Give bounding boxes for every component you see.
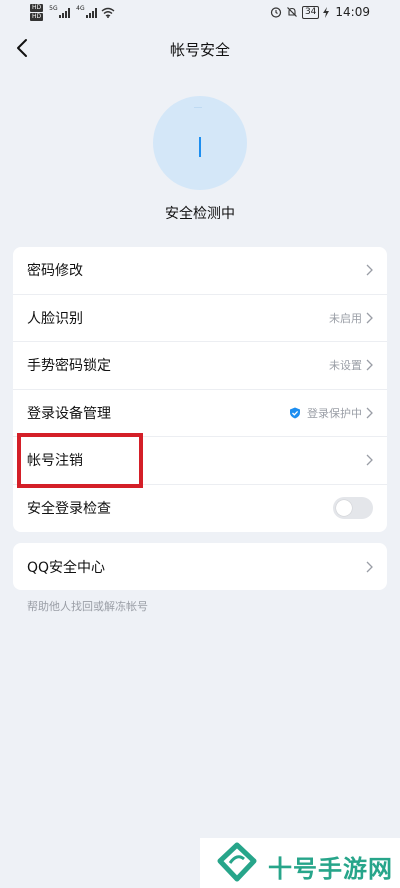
chevron-right-icon (366, 561, 373, 572)
menu-item-secure-login-check: 安全登录检查 (13, 485, 387, 533)
hd-badge-2: HD (30, 13, 44, 21)
hd-indicators: HD HD (30, 4, 44, 21)
menu-item-right (365, 264, 373, 276)
chevron-right-icon (366, 407, 373, 419)
scan-status-text: 安全检测中 (165, 206, 235, 222)
menu-item-status: 未启用 (329, 311, 362, 325)
status-left: HD HD 5G 4G (30, 4, 115, 21)
toggle-knob (336, 500, 352, 517)
status-right: 34 14:09 (270, 5, 370, 19)
charging-icon (323, 6, 330, 18)
menu-item-right: 未启用 (329, 310, 373, 326)
menu-item-device-management[interactable]: 登录设备管理 登录保护中 (13, 390, 387, 437)
clock: 14:09 (335, 5, 370, 19)
menu-item-label: 人脸识别 (27, 310, 83, 327)
menu-item-label: 密码修改 (27, 263, 83, 280)
menu-item-right (333, 497, 373, 520)
qq-security-help-text: 帮助他人找回或解冻帐号 (27, 600, 148, 613)
net-label-1: 5G (49, 4, 58, 12)
menu-item-status: 未设置 (329, 359, 362, 373)
page-title: 帐号安全 (169, 41, 230, 59)
security-settings-card: 密码修改 人脸识别 未启用 手势密码锁定 未设置 登录设备管理 登录保护中 帐号… (13, 247, 387, 532)
menu-item-right (365, 454, 373, 466)
menu-item-qq-security-center[interactable]: QQ安全中心 (13, 543, 387, 590)
security-scan-indicator (153, 96, 247, 190)
nav-bar: 帐号安全 (0, 28, 400, 68)
menu-item-change-password[interactable]: 密码修改 (13, 247, 387, 295)
signal-4g-icon: 4G (76, 5, 98, 18)
net-label-2: 4G (76, 4, 85, 12)
shield-check-icon (290, 407, 300, 419)
menu-item-label: QQ安全中心 (27, 559, 106, 576)
menu-item-gesture-lock[interactable]: 手势密码锁定 未设置 (13, 342, 387, 390)
mute-bell-icon (287, 7, 297, 17)
menu-item-label: 安全登录检查 (27, 501, 111, 518)
watermark-text: 十号手游网 (268, 855, 393, 883)
battery-level: 34 (301, 5, 320, 19)
highlight-box (17, 433, 143, 488)
wifi-icon (101, 7, 115, 18)
hd-badge-1: HD (30, 4, 44, 12)
qq-security-center-card: QQ安全中心 (13, 543, 387, 590)
chevron-right-icon (366, 454, 373, 466)
status-bar: HD HD 5G 4G 34 14:09 (0, 0, 400, 28)
scan-progress-mark (199, 137, 201, 157)
menu-item-label: 手势密码锁定 (27, 358, 111, 375)
scan-mark (194, 107, 202, 108)
watermark-logo-icon (217, 842, 257, 882)
menu-item-face-recognition[interactable]: 人脸识别 未启用 (13, 295, 387, 342)
menu-item-right: 登录保护中 (289, 405, 373, 421)
chevron-right-icon (366, 264, 373, 276)
signal-5g-icon: 5G (49, 5, 71, 18)
alarm-icon (270, 7, 282, 18)
menu-item-label: 登录设备管理 (27, 405, 111, 422)
chevron-right-icon (366, 312, 373, 324)
menu-item-right: 未设置 (329, 357, 373, 373)
secure-login-toggle[interactable] (333, 497, 373, 520)
watermark: 十号手游网 (200, 838, 400, 888)
chevron-right-icon (366, 359, 373, 371)
menu-item-right (365, 561, 373, 573)
menu-item-status: 登录保护中 (307, 406, 362, 420)
